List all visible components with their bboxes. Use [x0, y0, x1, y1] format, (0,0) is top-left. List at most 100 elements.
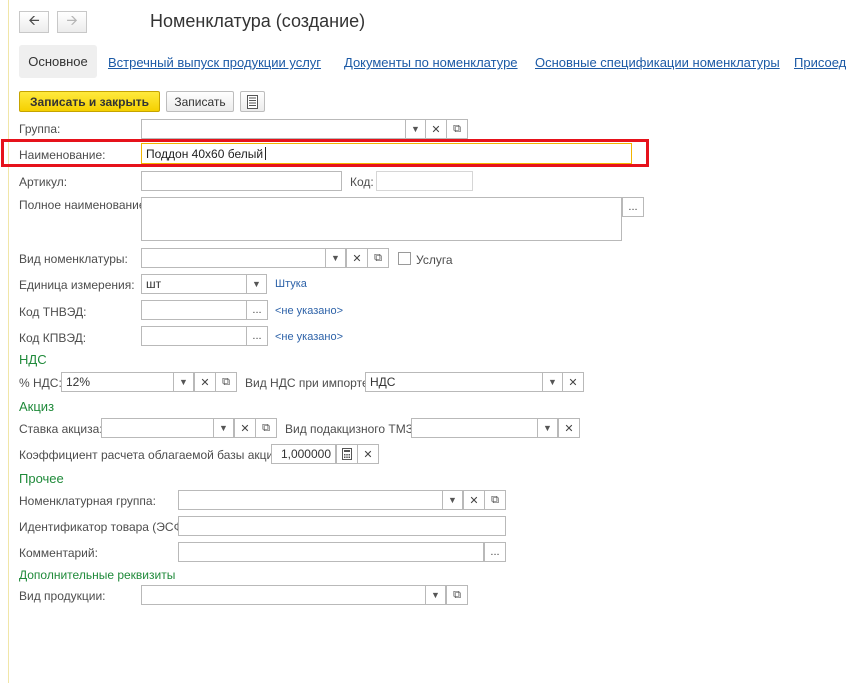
product-kind-dropdown[interactable]: ▼ — [426, 585, 446, 605]
report-button[interactable] — [240, 91, 265, 112]
save-button[interactable]: Записать — [166, 91, 234, 112]
article-label: Артикул: — [19, 175, 68, 189]
code-label: Код: — [350, 175, 374, 189]
tab-specifications[interactable]: Основные спецификации номенклатуры — [535, 55, 780, 70]
excise-rate-dropdown[interactable]: ▼ — [214, 418, 234, 438]
excise-goods-field[interactable] — [411, 418, 538, 438]
name-input[interactable]: Поддон 40х60 белый — [141, 143, 632, 164]
tab-attach[interactable]: Присоед — [794, 55, 846, 70]
item-group-field[interactable] — [178, 490, 443, 510]
tab-counter-output[interactable]: Встречный выпуск продукции услуг — [108, 55, 321, 70]
group-field[interactable] — [141, 119, 406, 139]
excise-rate-field[interactable] — [101, 418, 214, 438]
comment-select-button[interactable]: ... — [484, 542, 506, 562]
chevron-down-icon: ▼ — [252, 279, 261, 289]
kpved-input[interactable] — [141, 326, 247, 346]
chevron-down-icon: ▼ — [179, 377, 188, 387]
excise-coef-calc-button[interactable] — [336, 444, 358, 464]
extra-section-title: Дополнительные реквизиты — [19, 568, 176, 582]
service-checkbox[interactable] — [398, 252, 411, 265]
tab-main[interactable]: Основное — [19, 45, 97, 78]
ellipsis-icon: ... — [252, 330, 262, 342]
arrow-left-icon: 🡨 — [28, 12, 40, 28]
product-id-label: Идентификатор товара (ЭСФ): — [19, 520, 191, 534]
ellipsis-icon: ... — [490, 546, 500, 558]
full-name-label: Полное наименование: — [19, 198, 149, 212]
item-group-open-button[interactable]: ⧉ — [484, 490, 506, 510]
article-input[interactable] — [141, 171, 342, 191]
item-group-dropdown[interactable]: ▼ — [443, 490, 463, 510]
clear-x-icon: ✕ — [200, 376, 210, 389]
window-left-edge — [8, 0, 9, 683]
group-dropdown[interactable]: ▼ — [406, 119, 426, 139]
open-form-icon: ⧉ — [374, 251, 382, 264]
group-open-button[interactable]: ⧉ — [446, 119, 468, 139]
vat-section-title: НДС — [19, 352, 47, 367]
kind-field[interactable] — [141, 248, 326, 268]
clear-x-icon: ✕ — [469, 494, 479, 507]
forward-button[interactable]: 🡪 — [57, 11, 87, 33]
excise-goods-dropdown[interactable]: ▼ — [538, 418, 558, 438]
excise-goods-clear-button[interactable]: ✕ — [558, 418, 580, 438]
kpved-link[interactable]: <не указано> — [275, 331, 343, 343]
item-group-clear-button[interactable]: ✕ — [463, 490, 485, 510]
excise-rate-open-button[interactable]: ⧉ — [255, 418, 277, 438]
service-label: Услуга — [416, 253, 453, 267]
text-caret — [265, 147, 267, 160]
full-name-select-button[interactable]: ... — [622, 197, 644, 217]
vat-rate-clear-button[interactable]: ✕ — [194, 372, 216, 392]
excise-coef-clear-button[interactable]: ✕ — [357, 444, 379, 464]
unit-label: Единица измерения: — [19, 278, 135, 292]
kpved-select-button[interactable]: ... — [246, 326, 268, 346]
open-form-icon: ⧉ — [453, 588, 461, 601]
calculator-icon — [342, 448, 352, 460]
chevron-down-icon: ▼ — [431, 590, 440, 600]
group-label: Группа: — [19, 122, 61, 136]
product-kind-field[interactable] — [141, 585, 426, 605]
excise-goods-label: Вид подакцизного ТМЗ: — [285, 422, 417, 436]
excise-rate-clear-button[interactable]: ✕ — [234, 418, 256, 438]
tnved-link[interactable]: <не указано> — [275, 305, 343, 317]
excise-rate-label: Ставка акциза: — [19, 422, 103, 436]
product-kind-label: Вид продукции: — [19, 589, 106, 603]
tnved-label: Код ТНВЭД: — [19, 305, 87, 319]
product-id-input[interactable] — [178, 516, 506, 536]
unit-dropdown[interactable]: ▼ — [247, 274, 267, 294]
vat-rate-open-button[interactable]: ⧉ — [215, 372, 237, 392]
unit-field[interactable]: шт — [141, 274, 247, 294]
open-form-icon: ⧉ — [222, 375, 230, 388]
clear-x-icon: ✕ — [431, 123, 441, 136]
vat-import-field[interactable]: НДС — [365, 372, 543, 392]
excise-section-title: Акциз — [19, 399, 55, 414]
vat-import-clear-button[interactable]: ✕ — [562, 372, 584, 392]
tnved-select-button[interactable]: ... — [246, 300, 268, 320]
back-button[interactable]: 🡨 — [19, 11, 49, 33]
comment-label: Комментарий: — [19, 546, 98, 560]
save-and-close-button[interactable]: Записать и закрыть — [19, 91, 160, 112]
full-name-textarea[interactable] — [141, 197, 622, 241]
chevron-down-icon: ▼ — [219, 423, 228, 433]
clear-x-icon: ✕ — [240, 422, 250, 435]
open-form-icon: ⧉ — [491, 493, 499, 506]
group-clear-button[interactable]: ✕ — [425, 119, 447, 139]
unit-link[interactable]: Штука — [275, 278, 307, 290]
clear-x-icon: ✕ — [568, 376, 578, 389]
excise-coef-input[interactable]: 1,000000 — [271, 444, 336, 464]
kind-open-button[interactable]: ⧉ — [367, 248, 389, 268]
open-form-icon: ⧉ — [262, 421, 270, 434]
tab-documents[interactable]: Документы по номенклатуре — [344, 55, 518, 70]
open-form-icon: ⧉ — [453, 122, 461, 135]
kind-label: Вид номенклатуры: — [19, 252, 128, 266]
vat-import-dropdown[interactable]: ▼ — [543, 372, 563, 392]
tnved-input[interactable] — [141, 300, 247, 320]
kind-clear-button[interactable]: ✕ — [346, 248, 368, 268]
comment-input[interactable] — [178, 542, 484, 562]
vat-rate-dropdown[interactable]: ▼ — [174, 372, 194, 392]
vat-rate-field[interactable]: 12% — [61, 372, 174, 392]
chevron-down-icon: ▼ — [548, 377, 557, 387]
kind-dropdown[interactable]: ▼ — [326, 248, 346, 268]
code-input[interactable] — [376, 171, 473, 191]
product-kind-open-button[interactable]: ⧉ — [446, 585, 468, 605]
chevron-down-icon: ▼ — [411, 124, 420, 134]
other-section-title: Прочее — [19, 471, 64, 486]
